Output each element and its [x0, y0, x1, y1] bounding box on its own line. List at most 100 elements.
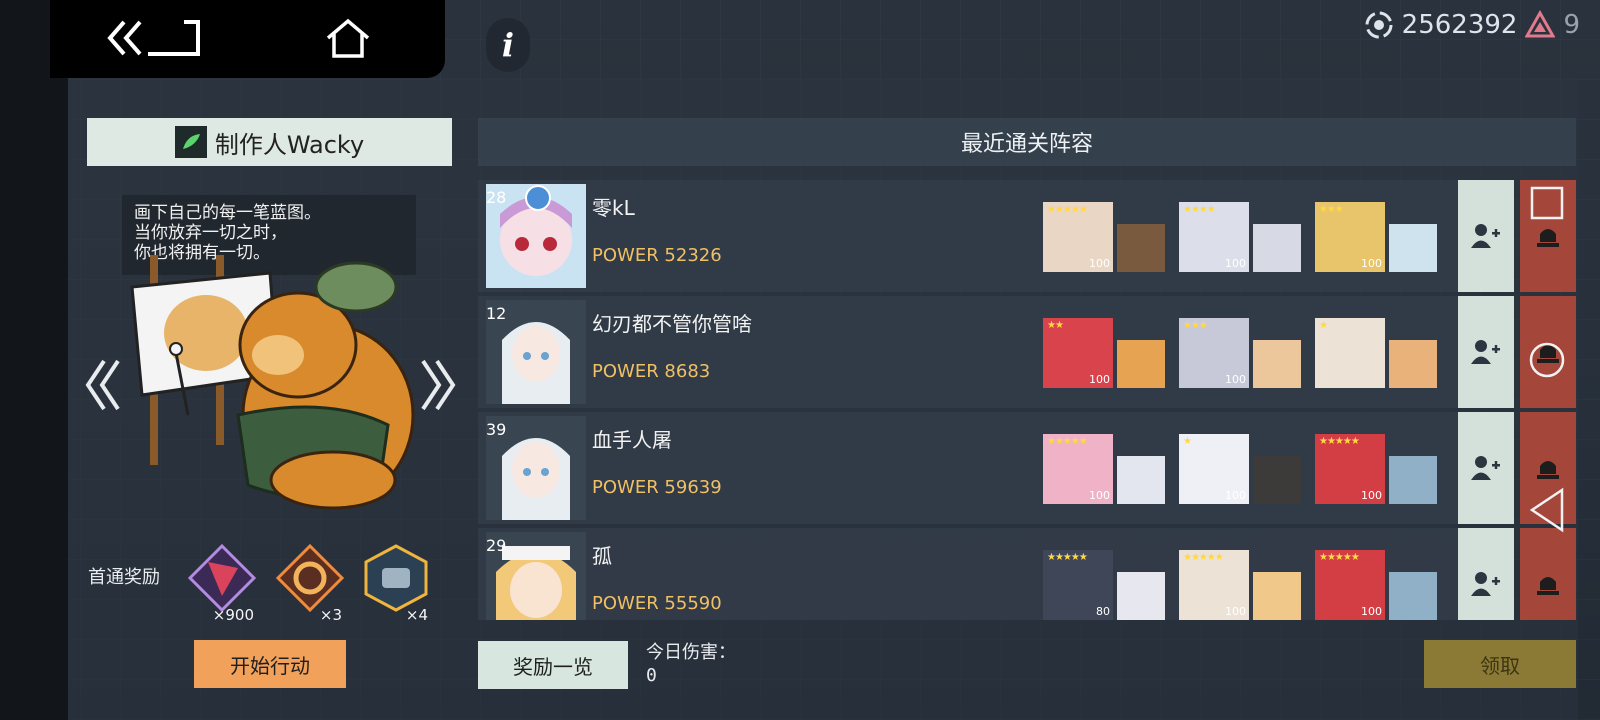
hero-level: 100	[1361, 489, 1382, 502]
team-list[interactable]: 28 零kL POWER 52326 ★★★★★ 100 ★★★★ 100 ★★…	[478, 180, 1576, 620]
maker-name: 制作人Wacky	[214, 130, 365, 159]
start-action-button[interactable]: 开始行动	[194, 640, 346, 688]
player-name: 幻刃都不管你管啥	[592, 312, 752, 336]
info-icon[interactable]: i	[486, 18, 530, 72]
hero-stars: ★	[1183, 436, 1192, 447]
hero-support[interactable]	[1253, 456, 1301, 504]
hex-module-icon	[364, 544, 428, 612]
hero-support[interactable]	[1389, 340, 1437, 388]
hero-stars: ★★★★★	[1319, 436, 1360, 447]
hero-stars: ★★★★★	[1047, 204, 1088, 215]
add-friend-button[interactable]	[1458, 412, 1514, 524]
add-user-icon	[1471, 572, 1500, 596]
player-name: 零kL	[592, 196, 635, 220]
hero-stars: ★★★	[1183, 320, 1208, 331]
hero-level: 100	[1225, 257, 1246, 270]
claim-button[interactable]: 领取	[1424, 640, 1576, 688]
hero-stars: ★★★★★	[1183, 552, 1224, 563]
hero-card[interactable]: ★★★★ 100	[1179, 202, 1249, 272]
gold-ring-icon	[275, 543, 345, 613]
hero-support[interactable]	[1389, 224, 1437, 272]
hero-support[interactable]	[1117, 340, 1165, 388]
coin-value: 2562392	[1401, 10, 1518, 40]
left-edge	[0, 0, 68, 720]
hero-card[interactable]: ★ 100	[1179, 434, 1249, 504]
hero-support[interactable]	[1117, 572, 1165, 620]
first-clear-reward-label: 首通奖励	[88, 567, 160, 588]
hero-stars: ★★★★★	[1047, 436, 1088, 447]
currency-bar: 2562392 9	[1364, 10, 1580, 40]
painter-bear-illustration	[130, 255, 415, 510]
player-power: POWER 52326	[592, 245, 722, 266]
hero-support[interactable]	[1389, 572, 1437, 620]
player-name: 孤	[592, 544, 612, 568]
hero-support[interactable]	[1253, 224, 1301, 272]
team-row: 29 孤 POWER 55590 ★★★★★ 80 ★★★★★ 100 ★★★★…	[478, 528, 1576, 620]
hero-card[interactable]: ★★★ 100	[1315, 202, 1385, 272]
quote-line: 画下自己的每一笔蓝图。	[134, 203, 321, 223]
hero-stars: ★★★★★	[1047, 552, 1088, 563]
hero-lineup: ★★ 100 ★★★ 100 ★	[1043, 318, 1453, 390]
hero-level: 100	[1225, 373, 1246, 386]
hero-stars: ★★	[1047, 320, 1064, 331]
back-triangle-icon[interactable]	[1529, 487, 1564, 533]
player-name: 血手人屠	[592, 428, 672, 452]
red-crystal-icon	[187, 543, 257, 613]
hero-lineup: ★★★★★ 100 ★ 100 ★★★★★ 100	[1043, 434, 1453, 506]
hero-level: 100	[1361, 605, 1382, 618]
reward-item[interactable]: ×3	[274, 542, 346, 624]
hero-level: 100	[1361, 257, 1382, 270]
hero-card[interactable]: ★★★★★ 100	[1315, 434, 1385, 504]
player-level: 29	[486, 536, 507, 555]
player-level: 12	[486, 304, 507, 323]
hero-level: 100	[1225, 489, 1246, 502]
maker-banner: 制作人Wacky	[87, 118, 452, 166]
add-user-icon	[1471, 224, 1500, 248]
hero-card[interactable]: ★★★★★ 80	[1043, 550, 1113, 620]
reward-item[interactable]: ×900	[186, 542, 258, 624]
add-friend-button[interactable]	[1458, 180, 1514, 292]
add-user-icon	[1471, 340, 1500, 364]
hero-support[interactable]	[1117, 456, 1165, 504]
hero-support[interactable]	[1117, 224, 1165, 272]
home-circle-icon[interactable]	[1529, 342, 1565, 378]
previous-arrow-icon[interactable]	[82, 355, 126, 415]
alarm-icon	[1537, 577, 1559, 595]
hero-support[interactable]	[1253, 572, 1301, 620]
hero-card[interactable]: ★★★ 100	[1179, 318, 1249, 388]
hero-card[interactable]: ★★★★★ 100	[1179, 550, 1249, 620]
hero-card[interactable]: ★★★★★ 100	[1315, 550, 1385, 620]
reward-count: ×4	[405, 606, 428, 624]
team-row: 28 零kL POWER 52326 ★★★★★ 100 ★★★★ 100 ★★…	[478, 180, 1576, 292]
reward-item[interactable]: ×4	[360, 542, 432, 624]
report-button[interactable]	[1520, 528, 1576, 620]
reward-list-button[interactable]: 奖励一览	[478, 641, 628, 689]
recent-apps-icon[interactable]	[1530, 186, 1564, 220]
hero-card[interactable]: ★★ 100	[1043, 318, 1113, 388]
hero-support[interactable]	[1253, 340, 1301, 388]
add-friend-button[interactable]	[1458, 528, 1514, 620]
player-power: POWER 55590	[592, 593, 722, 614]
back-icon[interactable]	[106, 18, 202, 58]
hero-level: 100	[1225, 605, 1246, 618]
player-level: 39	[486, 420, 507, 439]
hero-support[interactable]	[1389, 456, 1437, 504]
add-user-icon	[1471, 456, 1500, 480]
coin-icon	[1365, 11, 1393, 39]
hero-level: 100	[1089, 489, 1110, 502]
recent-clears-title: 最近通关阵容	[478, 118, 1576, 166]
player-level: 28	[486, 188, 507, 207]
next-arrow-icon[interactable]	[415, 355, 459, 415]
add-friend-button[interactable]	[1458, 296, 1514, 408]
gem-icon	[1525, 10, 1556, 38]
gem-value: 9	[1563, 10, 1580, 40]
hero-level: 100	[1089, 257, 1110, 270]
hero-card[interactable]: ★★★★★ 100	[1043, 202, 1113, 272]
home-icon[interactable]	[326, 18, 370, 58]
hero-stars: ★★★★	[1183, 204, 1216, 215]
hero-card[interactable]: ★	[1315, 318, 1385, 388]
leaf-icon	[174, 126, 207, 158]
player-power: POWER 59639	[592, 477, 722, 498]
player-power: POWER 8683	[592, 361, 711, 382]
hero-card[interactable]: ★★★★★ 100	[1043, 434, 1113, 504]
